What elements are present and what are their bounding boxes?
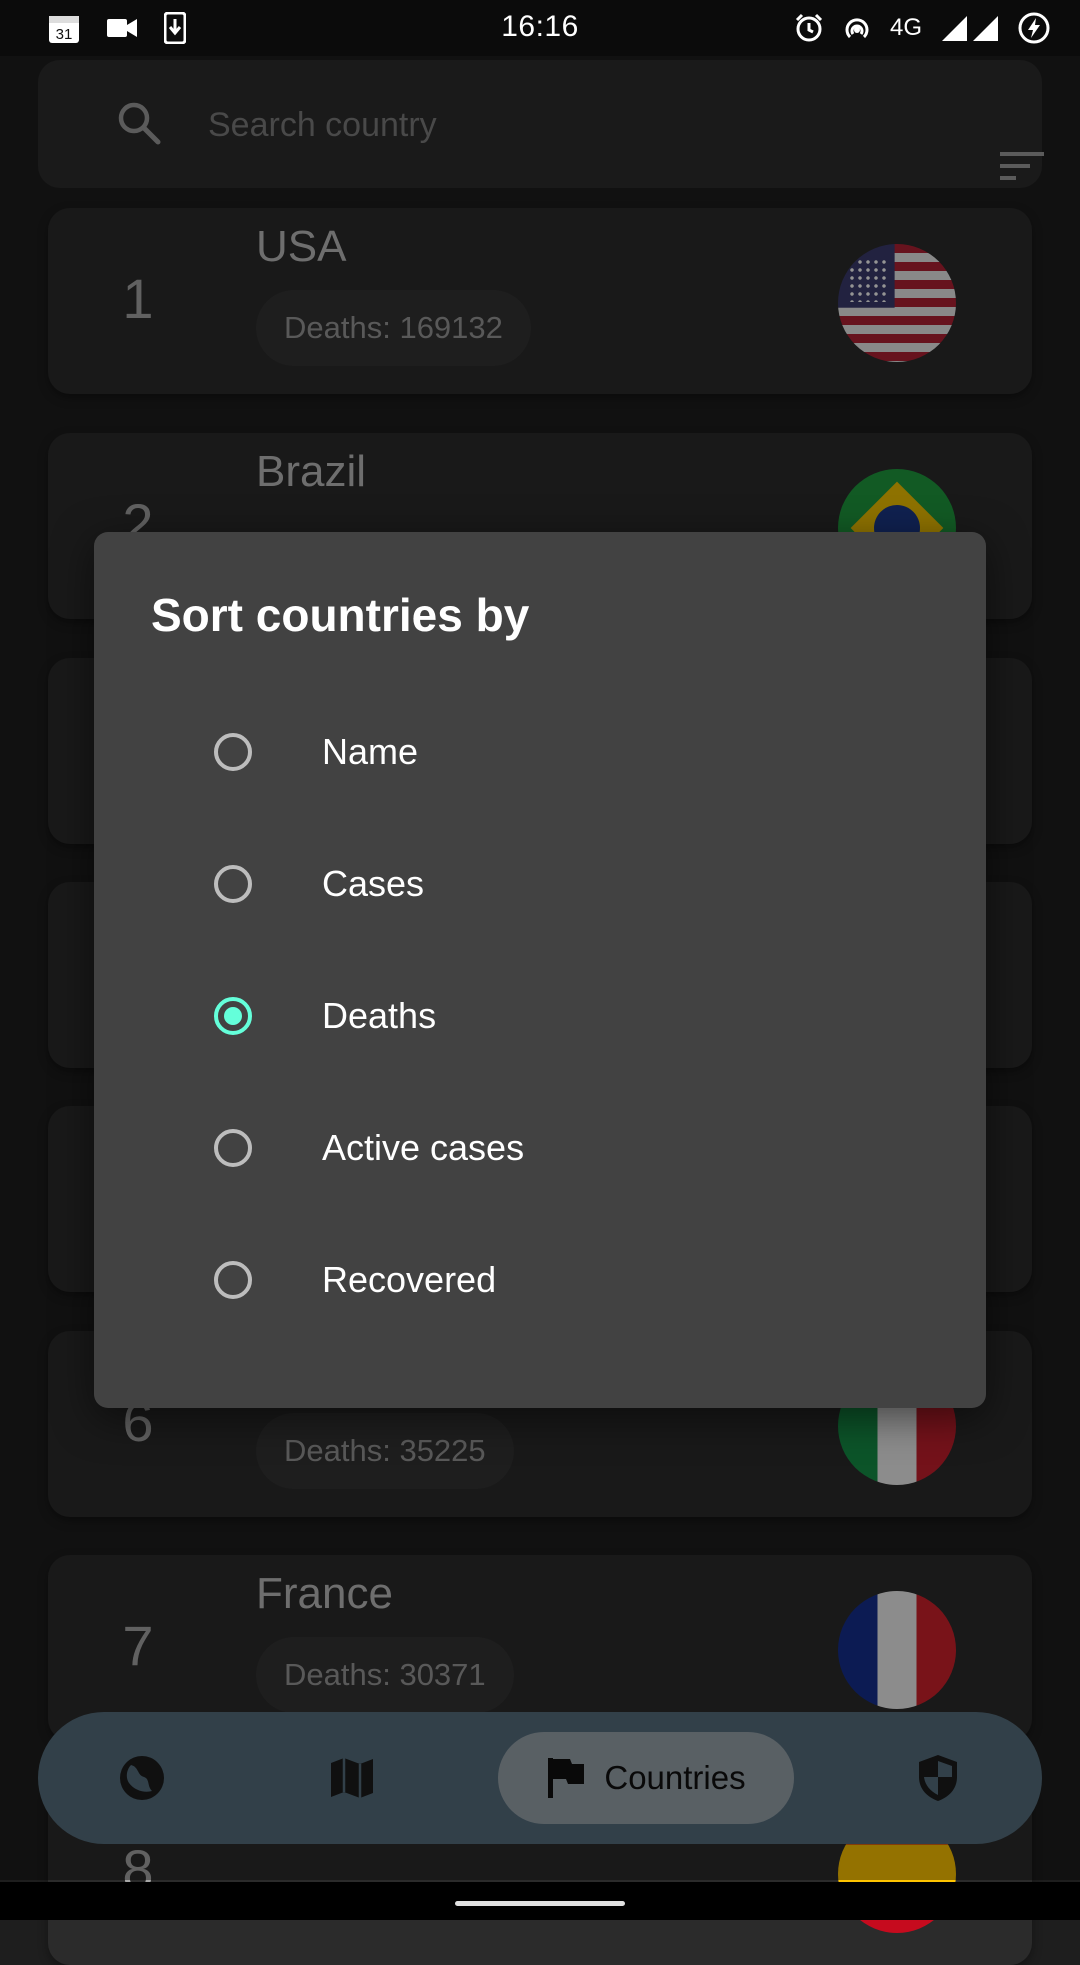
signal-icon xyxy=(942,16,998,41)
battery-charging-icon xyxy=(1018,12,1050,44)
sort-option-active-cases[interactable]: Active cases xyxy=(94,1085,986,1217)
sort-dialog: Sort countries by Name Cases Deaths Acti… xyxy=(94,532,986,1408)
status-bar: 31 16:16 4G xyxy=(0,0,1080,56)
dialog-title: Sort countries by xyxy=(151,589,530,641)
radio-button[interactable] xyxy=(214,1129,252,1167)
radio-button[interactable] xyxy=(214,865,252,903)
sort-option-deaths[interactable]: Deaths xyxy=(94,953,986,1085)
sort-option-recovered[interactable]: Recovered xyxy=(94,1217,986,1349)
alarm-icon xyxy=(795,13,823,42)
gesture-navigation-bar xyxy=(0,1882,1080,1920)
option-label: Recovered xyxy=(322,1259,497,1300)
network-type: 4G xyxy=(889,14,922,41)
radio-button[interactable] xyxy=(214,1261,252,1299)
sort-option-cases[interactable]: Cases xyxy=(94,821,986,953)
sort-option-name[interactable]: Name xyxy=(94,689,986,821)
hotspot-icon xyxy=(845,18,869,39)
radio-button-selected[interactable] xyxy=(214,997,252,1035)
option-label: Active cases xyxy=(322,1127,525,1168)
option-label: Deaths xyxy=(322,995,437,1036)
option-label: Cases xyxy=(322,863,425,904)
option-label: Name xyxy=(322,731,419,772)
home-gesture-handle[interactable] xyxy=(455,1901,625,1906)
radio-button[interactable] xyxy=(214,733,252,771)
